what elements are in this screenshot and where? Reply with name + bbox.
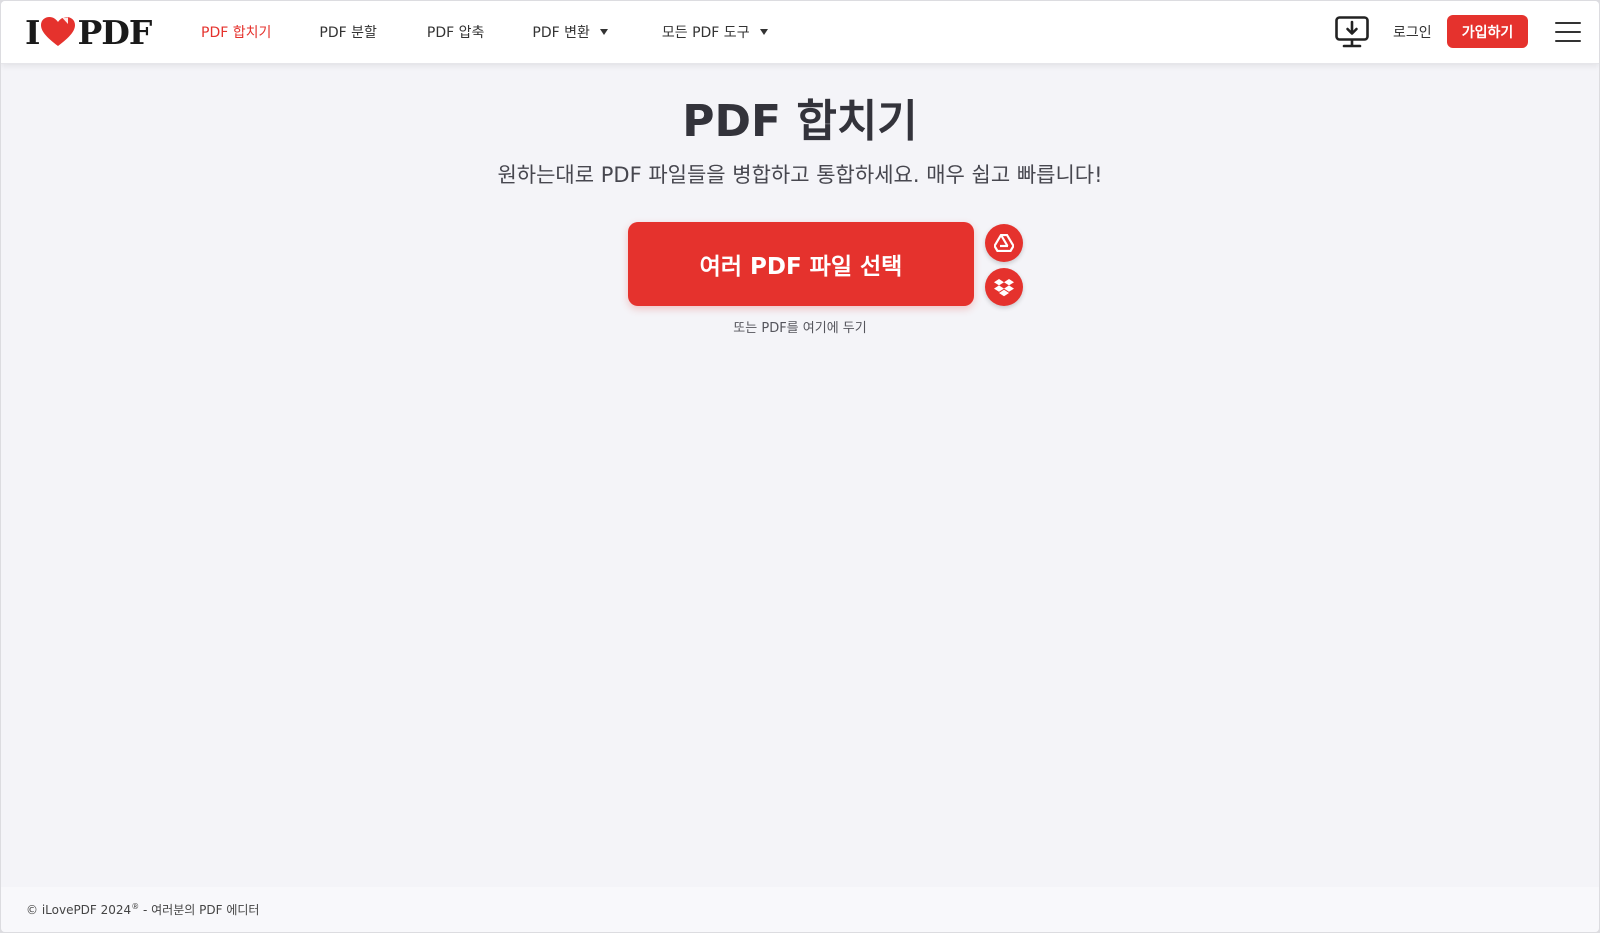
nav-merge-pdf[interactable]: PDF 합치기 bbox=[201, 22, 271, 42]
nav-merge-pdf-label: PDF 합치기 bbox=[201, 25, 272, 41]
caret-down-icon bbox=[759, 29, 768, 35]
footer-copyright: © iLovePDF 2024® - 여러분의 PDF 에디터 bbox=[26, 901, 259, 918]
copyright-text: © iLovePDF 2024 bbox=[26, 903, 132, 917]
main-nav: PDF 합치기 PDF 분할 PDF 압축 PDF 변환 모든 PDF 도구 bbox=[201, 1, 768, 63]
browser-window: I PDF PDF 합치기 PDF 분할 PDF 압축 PDF 변환 모든 PD… bbox=[1, 1, 1599, 932]
hamburger-menu-icon[interactable] bbox=[1555, 21, 1581, 43]
google-drive-button[interactable] bbox=[985, 224, 1023, 262]
nav-all-tools-label: 모든 PDF 도구 bbox=[661, 25, 750, 41]
footer-tagline: - 여러분의 PDF 에디터 bbox=[139, 903, 260, 917]
nav-convert-pdf-dropdown[interactable]: PDF 변환 bbox=[532, 22, 608, 42]
footer: © iLovePDF 2024® - 여러분의 PDF 에디터 bbox=[1, 887, 1599, 932]
heart-logo-icon bbox=[41, 17, 76, 46]
menu-line bbox=[1555, 31, 1581, 33]
nav-all-tools-dropdown[interactable]: 모든 PDF 도구 bbox=[662, 22, 768, 42]
nav-split-pdf-label: PDF 분할 bbox=[319, 25, 377, 41]
drop-hint-text: 또는 PDF를 여기에 두기 bbox=[733, 321, 867, 336]
nav-compress-pdf[interactable]: PDF 압축 bbox=[427, 22, 485, 42]
nav-split-pdf[interactable]: PDF 분할 bbox=[319, 22, 377, 42]
select-pdf-files-button[interactable]: 여러 PDF 파일 선택 bbox=[628, 222, 974, 306]
menu-line bbox=[1555, 40, 1581, 42]
desktop-download-icon[interactable] bbox=[1335, 16, 1369, 48]
top-navigation-bar: I PDF PDF 합치기 PDF 분할 PDF 압축 PDF 변환 모든 PD… bbox=[1, 1, 1599, 64]
caret-down-icon bbox=[599, 29, 608, 35]
menu-line bbox=[1555, 22, 1581, 24]
ilovepdf-logo[interactable]: I PDF bbox=[25, 12, 152, 52]
registered-mark: ® bbox=[131, 902, 140, 911]
page-title: PDF 합치기 bbox=[682, 96, 918, 147]
dropbox-icon bbox=[994, 278, 1014, 296]
signup-button[interactable]: 가입하기 bbox=[1447, 15, 1528, 48]
nav-compress-pdf-label: PDF 압축 bbox=[426, 25, 485, 41]
page-subtitle: 원하는대로 PDF 파일들을 병합하고 통합하세요. 매우 쉽고 빠릅니다! bbox=[497, 163, 1103, 187]
logo-text-pdf: PDF bbox=[77, 12, 152, 52]
google-drive-icon bbox=[994, 234, 1014, 252]
login-link[interactable]: 로그인 bbox=[1393, 1, 1432, 63]
dropbox-button[interactable] bbox=[985, 268, 1023, 306]
logo-text-i: I bbox=[25, 12, 40, 52]
nav-convert-pdf-label: PDF 변환 bbox=[532, 25, 590, 41]
